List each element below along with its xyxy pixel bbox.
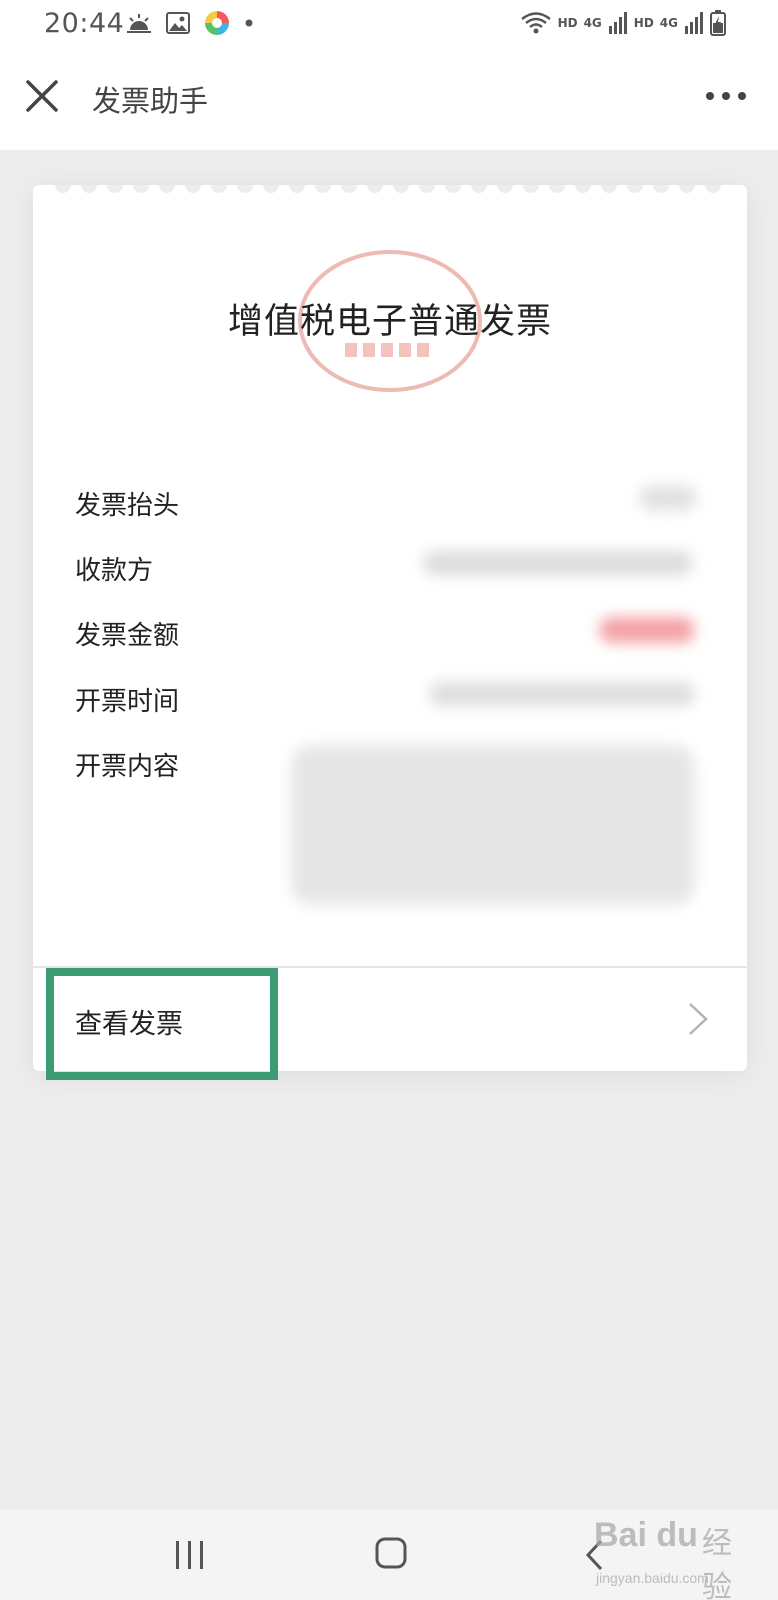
system-icons: HD 4G HD 4G	[520, 10, 726, 36]
signal-icon	[685, 12, 703, 34]
close-icon[interactable]	[22, 76, 62, 116]
card-scallop-edge	[55, 185, 721, 193]
redacted-content-value	[291, 745, 695, 905]
home-icon[interactable]	[374, 1536, 408, 1570]
field-label-issue-time: 开票时间	[75, 687, 180, 717]
notification-icons	[126, 10, 254, 36]
content-area: 增值税电子普通发票 发票抬头 收款方 发票金额 开票时间 开票内容 查看发票	[0, 150, 778, 1510]
network-type-label: 4G	[583, 16, 602, 30]
dot-icon	[245, 19, 253, 27]
field-label-content: 开票内容	[75, 752, 180, 782]
recent-apps-icon[interactable]	[172, 1538, 208, 1572]
field-label-invoice-header: 发票抬头	[75, 491, 180, 521]
redacted-payee-value	[423, 551, 693, 575]
redacted-header-value	[639, 485, 697, 511]
network-type-label: 4G	[659, 16, 678, 30]
redacted-amount-value	[599, 617, 695, 643]
signal-icon	[608, 12, 627, 34]
watermark-url: jingyan.baidu.com	[596, 1570, 709, 1586]
hd-label: HD	[633, 16, 654, 30]
highlight-box	[46, 968, 278, 1080]
status-time: 20:44	[44, 8, 125, 39]
more-options-icon[interactable]	[704, 88, 748, 104]
field-label-payee: 收款方	[75, 556, 154, 586]
battery-icon	[710, 10, 726, 36]
field-label-amount: 发票金额	[75, 621, 180, 651]
title-bar: 发票助手	[0, 48, 778, 150]
baidu-watermark: Bai du 经验 jingyan.baidu.com	[594, 1508, 754, 1600]
redacted-time-value	[429, 682, 695, 706]
watermark-sub: 经验	[702, 1526, 732, 1600]
page-title: 发票助手	[92, 84, 209, 118]
status-bar: 20:44 HD 4G HD 4G	[0, 0, 778, 48]
weather-icon	[127, 14, 151, 33]
gallery-icon	[166, 12, 190, 34]
wifi-icon	[520, 12, 551, 34]
hd-label: HD	[557, 16, 578, 30]
app-icon	[205, 11, 229, 35]
chevron-right-icon	[689, 1003, 708, 1035]
invoice-card: 增值税电子普通发票 发票抬头 收款方 发票金额 开票时间 开票内容 查看发票	[33, 185, 747, 1071]
watermark-brand: Bai du	[594, 1516, 698, 1554]
invoice-title: 增值税电子普通发票	[227, 302, 552, 342]
